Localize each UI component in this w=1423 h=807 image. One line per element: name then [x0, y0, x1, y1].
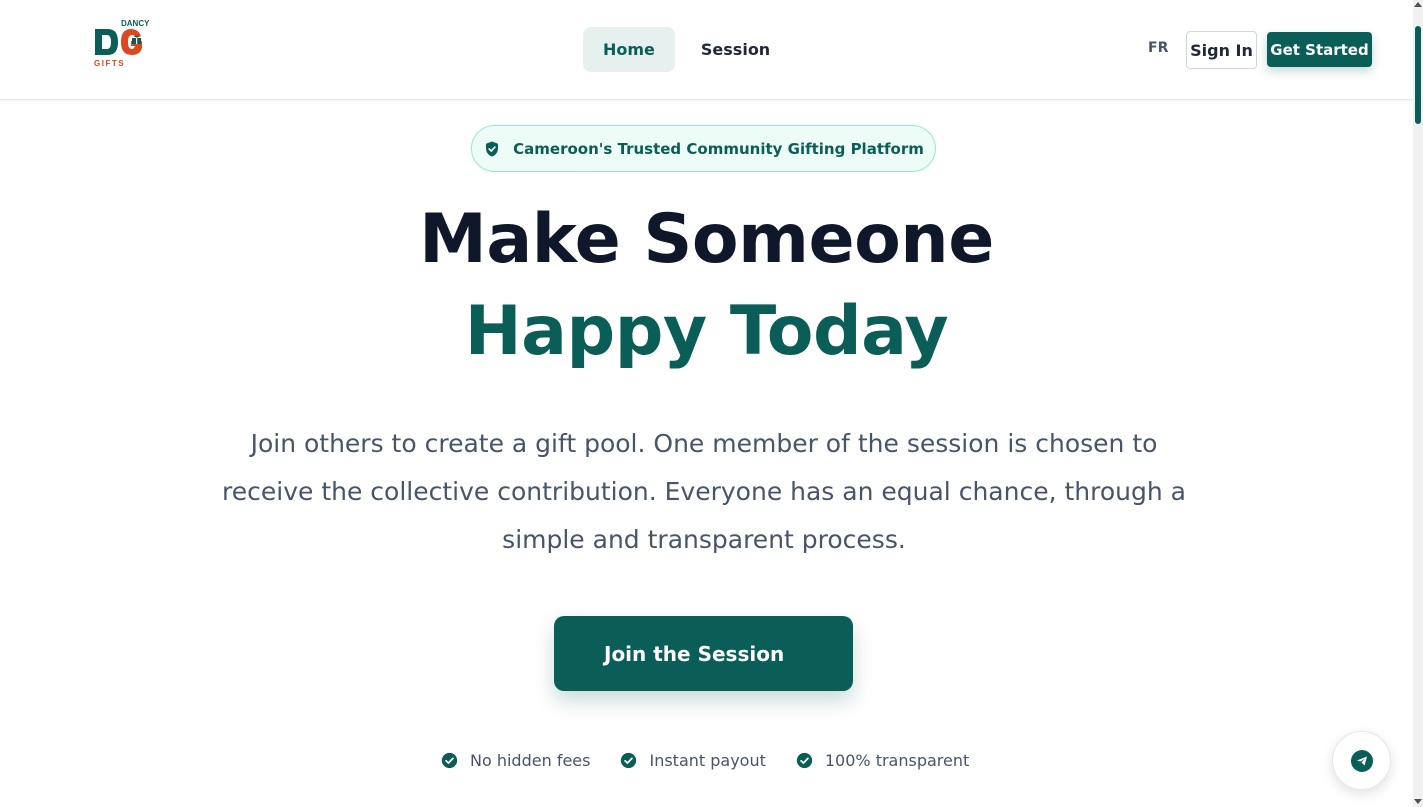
floating-chat-button[interactable] [1332, 731, 1391, 790]
top-navbar: DANCY GIFTS Home Session FR Sign In Get … [0, 0, 1413, 100]
check-circle-icon [621, 752, 637, 769]
hero-description: Join others to create a gift pool. One m… [222, 429, 1186, 554]
logo-graphic: DANCY GIFTS [94, 19, 150, 68]
feature-text: 100% transparent [824, 751, 970, 770]
trust-badge-text: Cameroon's Trusted Community Gifting Pla… [513, 139, 924, 158]
page: DANCY GIFTS Home Session FR Sign In Get … [0, 0, 1423, 807]
page-scrollbar[interactable] [1413, 0, 1423, 807]
main-nav: Home Session [583, 27, 790, 72]
check-circle-icon [441, 752, 458, 769]
nav-item-session[interactable]: Session [681, 27, 790, 72]
nav-item-home[interactable]: Home [583, 27, 675, 72]
svg-text:GIFTS: GIFTS [94, 59, 125, 68]
fab-icon-circle [1350, 749, 1373, 772]
shield-check-icon [486, 141, 499, 156]
get-started-button[interactable]: Get Started [1267, 32, 1372, 67]
dancy-gifts-logo[interactable]: DANCY GIFTS [94, 18, 164, 74]
check-circle-icon [796, 752, 813, 769]
feature-item-no-hidden-fees: No hidden fees [441, 751, 590, 770]
feature-list: No hidden fees Instant payout 100% trans… [441, 751, 969, 770]
scroll-down-arrow-icon[interactable] [1414, 799, 1422, 804]
send-icon [1356, 756, 1367, 765]
join-session-button[interactable]: Join the Session [554, 616, 853, 691]
feature-item-instant-payout: Instant payout [620, 751, 766, 770]
trust-badge: Cameroon's Trusted Community Gifting Pla… [471, 125, 936, 172]
scrollbar-thumb[interactable] [1415, 26, 1421, 124]
hero-title-line-1: Make Someone [419, 200, 994, 279]
sign-in-button[interactable]: Sign In [1186, 31, 1257, 69]
feature-text: No hidden fees [470, 751, 591, 770]
feature-item-transparent: 100% transparent [796, 751, 969, 770]
scroll-up-arrow-icon[interactable] [1414, 2, 1422, 7]
svg-text:DANCY: DANCY [121, 19, 150, 28]
language-switcher[interactable]: FR [1148, 40, 1168, 56]
hero-title-line-2: Happy Today [464, 292, 949, 371]
feature-text: Instant payout [649, 751, 766, 770]
